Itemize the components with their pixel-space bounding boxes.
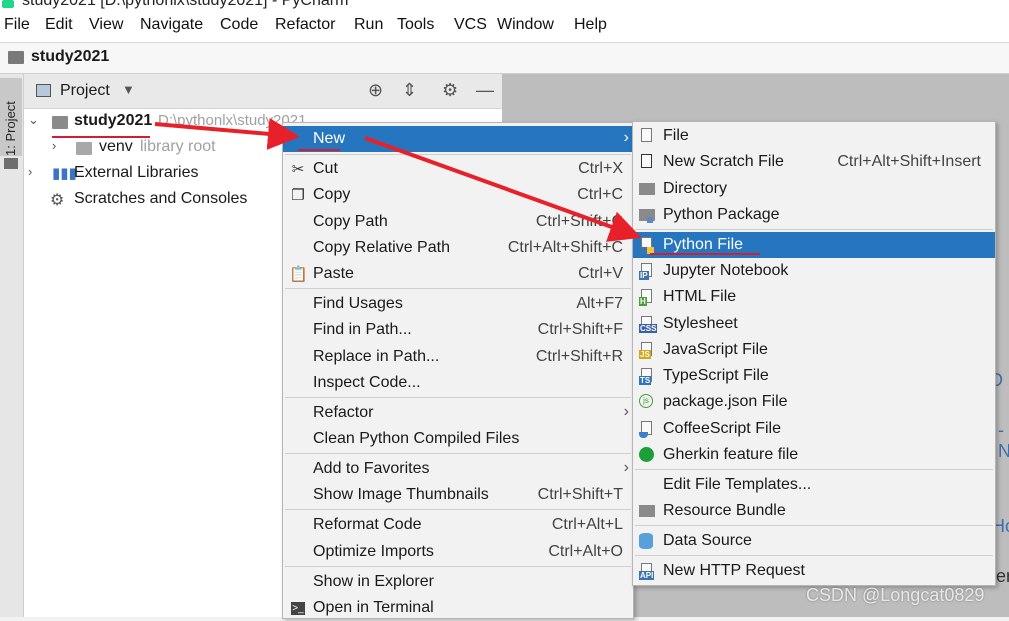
annotation-arrow [154, 117, 300, 150]
annotation-arrow [364, 136, 642, 242]
watermark: CSDN @Longcat0829 [806, 585, 985, 605]
annotation-overlay [52, 117, 760, 255]
